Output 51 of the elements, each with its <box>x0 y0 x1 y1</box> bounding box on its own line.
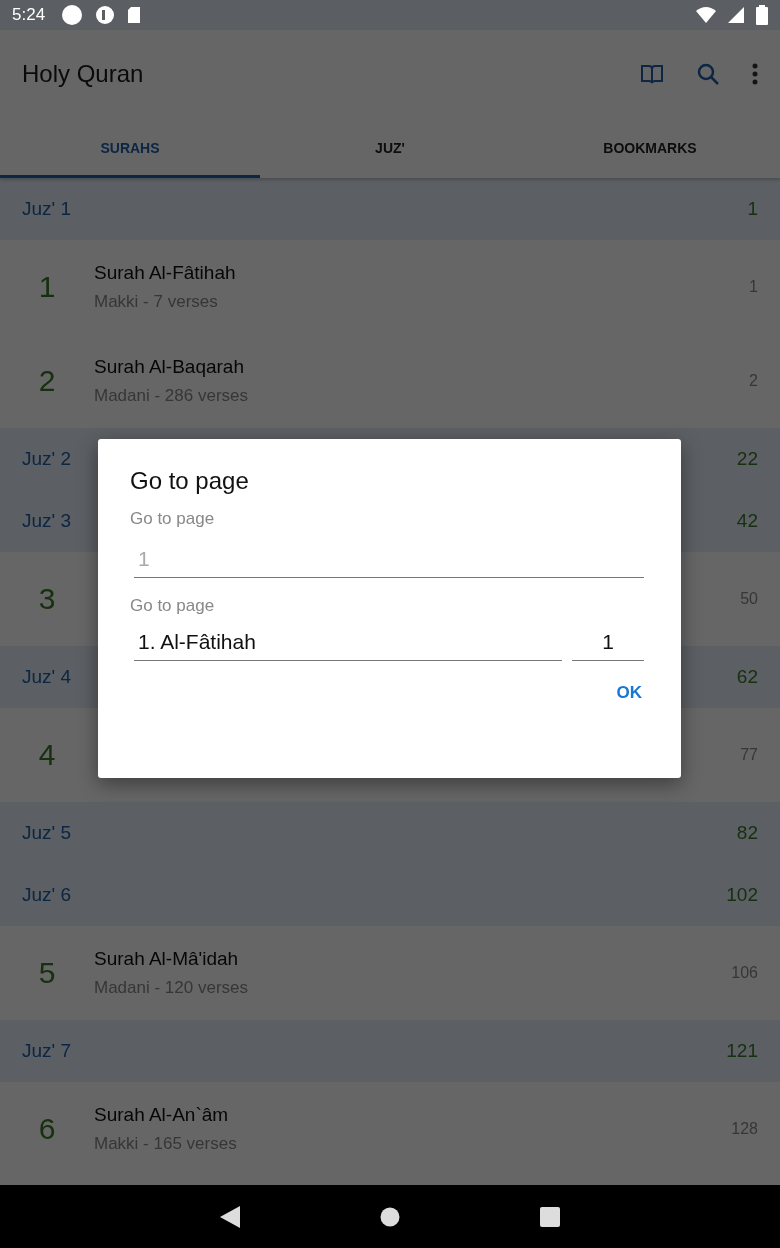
battery-icon <box>756 5 768 25</box>
surah-number: 1 <box>37 270 57 304</box>
juz-label: Juz' 4 <box>22 666 72 688</box>
tab[interactable]: JUZ' <box>260 118 520 178</box>
juz-header[interactable]: Juz' 5 82 <box>0 802 780 864</box>
juz-label: Juz' 6 <box>22 884 72 906</box>
recents-icon[interactable] <box>540 1206 560 1227</box>
juz-label: Juz' 3 <box>22 510 72 532</box>
home-icon[interactable] <box>380 1206 400 1227</box>
field-label: Go to page <box>130 509 216 529</box>
circle-icon <box>61 4 84 26</box>
back-icon[interactable] <box>220 1205 240 1228</box>
page-input-field[interactable]: 1 <box>134 541 644 578</box>
juz-page-number: 102 <box>726 884 758 906</box>
status-time: 5:24 <box>12 5 46 25</box>
dialog-title: Go to page <box>130 467 250 495</box>
surah-title: Surah Al-Baqarah <box>94 356 245 378</box>
search-icon[interactable] <box>696 62 720 86</box>
juz-page-number: 82 <box>736 822 758 844</box>
juz-page-number: 62 <box>736 666 758 688</box>
juz-page-number: 1 <box>747 198 758 220</box>
juz-header[interactable]: Juz' 7 121 <box>0 1020 780 1082</box>
surah-field[interactable]: 1. Al-Fâtihah <box>134 624 562 661</box>
surah-title: Surah Al-An`âm <box>94 1104 230 1126</box>
wifi-icon <box>696 7 716 23</box>
app-title: Holy Quran <box>22 60 145 88</box>
tab[interactable]: BOOKMARKS <box>520 118 780 178</box>
sd-card-icon <box>127 6 142 24</box>
juz-page-number: 22 <box>736 448 758 470</box>
juz-label: Juz' 2 <box>22 448 72 470</box>
juz-page-number: 42 <box>736 510 758 532</box>
juz-label: Juz' 1 <box>22 198 72 220</box>
juz-header[interactable]: Juz' 6 102 <box>0 864 780 926</box>
verse-field[interactable]: 1 <box>572 624 644 661</box>
surah-number: 5 <box>37 956 57 990</box>
juz-label: Juz' 7 <box>22 1040 72 1062</box>
field-label: Go to page <box>130 596 216 616</box>
signal-icon <box>728 7 744 23</box>
juz-header[interactable]: Juz' 1 1 <box>0 178 780 240</box>
surah-number: 2 <box>37 364 57 398</box>
app-notification-icon <box>95 5 116 25</box>
juz-label: Juz' 5 <box>22 822 72 844</box>
more-options-icon[interactable] <box>752 63 758 85</box>
juz-page-number: 121 <box>726 1040 758 1062</box>
ok-button[interactable]: OK <box>606 675 652 711</box>
surah-title: Surah Al-Mâ'idah <box>94 948 240 970</box>
surah-number: 3 <box>37 582 57 616</box>
surah-number: 6 <box>37 1112 57 1146</box>
book-icon[interactable] <box>640 63 664 85</box>
surah-number: 4 <box>37 738 57 772</box>
surah-title: Surah Al-Fâtihah <box>94 262 237 284</box>
